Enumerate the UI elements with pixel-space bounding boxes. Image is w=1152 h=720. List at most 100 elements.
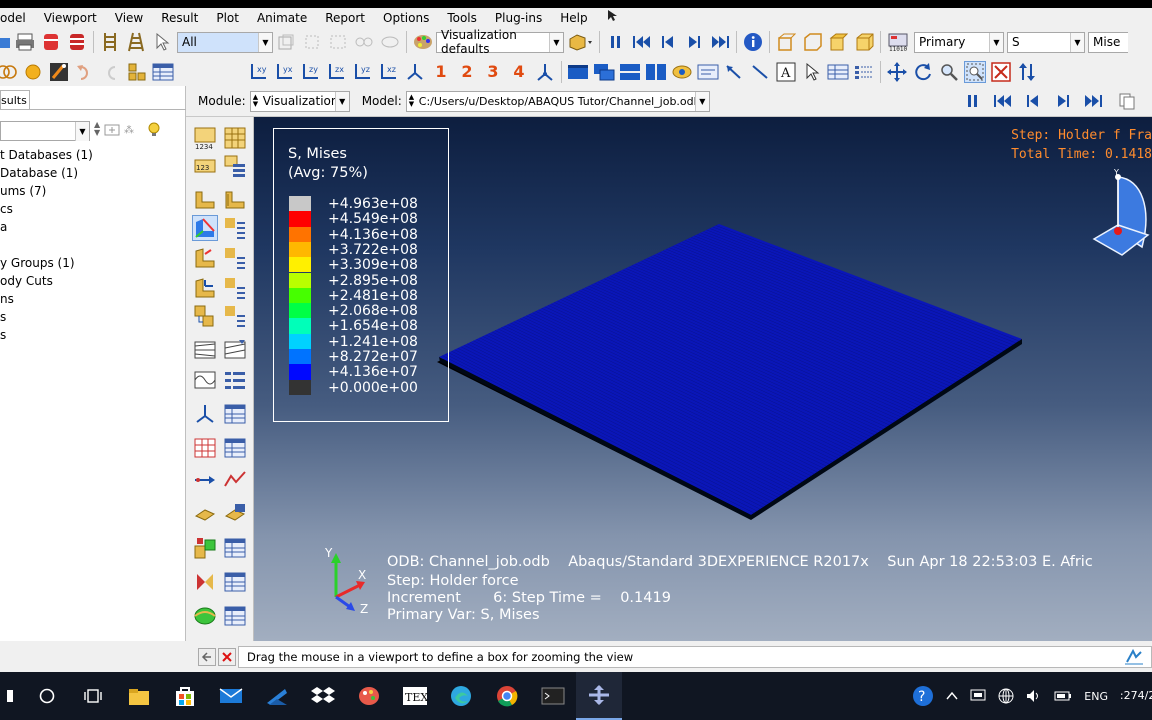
previous-frame-icon[interactable] [657, 31, 679, 53]
paint-icon[interactable] [346, 672, 392, 720]
clock[interactable]: 10:27 4/22/ [1120, 689, 1152, 703]
field-output-icon[interactable]: 11010 [886, 31, 910, 53]
tree-item-spectrums[interactable]: ums (7) [0, 184, 46, 198]
undo-icon[interactable] [74, 61, 96, 83]
model-combo[interactable]: ▲ ▼ C:/Users/u/Desktop/ABAQUS Tutor/Chann… [405, 90, 710, 112]
task-view-icon[interactable] [70, 672, 116, 720]
list-dots-icon[interactable] [853, 61, 875, 83]
tree-item-xy-plots[interactable]: cs [0, 202, 13, 216]
field-variable-combo[interactable]: S ▼ [1007, 31, 1085, 53]
search-icon[interactable] [24, 672, 70, 720]
color-code-icon[interactable] [48, 61, 70, 83]
menu-view[interactable]: View [105, 11, 151, 25]
lightbulb-icon[interactable] [146, 121, 162, 140]
animate-harmonic-icon[interactable] [192, 367, 218, 393]
query-table-icon[interactable] [827, 61, 849, 83]
network-globe-icon[interactable] [998, 688, 1014, 704]
sun-icon[interactable] [22, 61, 44, 83]
first-frame-icon[interactable] [631, 31, 653, 53]
view-2-button[interactable]: 2 [456, 61, 478, 83]
viewport-vertical-icon[interactable] [645, 61, 667, 83]
create-path-icon[interactable] [192, 467, 218, 493]
plot-deformed-icon[interactable] [222, 125, 248, 151]
ladder-tilted-icon[interactable] [125, 31, 147, 53]
chrome-icon[interactable] [484, 672, 530, 720]
tree-item-database[interactable]: Database (1) [0, 166, 78, 180]
plot-material-orientations-icon[interactable] [192, 275, 218, 301]
view-3-button[interactable]: 3 [482, 61, 504, 83]
tree-item-free-body-cuts[interactable]: ody Cuts [0, 274, 53, 288]
redo-icon[interactable] [100, 61, 122, 83]
query-icon[interactable] [192, 569, 218, 595]
display-group-icon[interactable] [192, 535, 218, 561]
contour-options-icon[interactable] [222, 215, 248, 241]
view-cut-icon[interactable] [192, 401, 218, 427]
chevron-up-icon[interactable] [946, 691, 958, 701]
auto-fit-icon[interactable] [990, 61, 1012, 83]
viewport-single-icon[interactable] [567, 61, 589, 83]
view-triad-icon[interactable] [534, 61, 556, 83]
menu-model[interactable]: odel [0, 11, 34, 25]
visualization-defaults-combo[interactable]: Visualization defaults ▼ [436, 28, 564, 56]
menu-help[interactable]: Help [550, 11, 595, 25]
menu-viewport[interactable]: Viewport [34, 11, 105, 25]
select-arrow-icon[interactable] [151, 31, 173, 53]
csys-yz-icon[interactable]: yz [352, 61, 374, 83]
xy-data-manager-icon[interactable] [222, 435, 248, 461]
first-frame-icon[interactable] [992, 90, 1014, 112]
monitor-icon[interactable] [970, 689, 986, 703]
tree-item-display-groups[interactable]: y Groups (1) [0, 256, 75, 270]
text-annotation-icon[interactable]: A [775, 61, 797, 83]
language-indicator[interactable]: ENG [1084, 690, 1108, 703]
palette-icon[interactable] [412, 31, 434, 53]
csys-iso-icon[interactable] [404, 61, 426, 83]
box-zoom-icon[interactable] [964, 60, 986, 83]
view-4-button[interactable]: 4 [508, 61, 530, 83]
view-back-icon[interactable] [801, 31, 823, 53]
select-shape-icon[interactable] [301, 31, 323, 53]
animate-time-history-icon[interactable] [222, 337, 248, 363]
line-annotation-icon[interactable] [749, 61, 771, 83]
menu-plugins[interactable]: Plug-ins [485, 11, 550, 25]
tab-results[interactable]: sults [0, 90, 30, 110]
invariant-combo[interactable]: Mise [1088, 31, 1128, 53]
csys-yx-icon[interactable]: yx [274, 61, 296, 83]
contour-legend[interactable]: S, Mises (Avg: 75%) +4.963e+08 +4.549e+08… [273, 128, 449, 422]
query-manager-icon[interactable] [222, 569, 248, 595]
pause-icon[interactable] [605, 31, 627, 53]
tree-item-streams[interactable]: s [0, 310, 6, 324]
stream-icon[interactable] [192, 603, 218, 629]
stream-manager-icon[interactable] [222, 603, 248, 629]
pan-icon[interactable] [886, 61, 908, 83]
next-frame-icon[interactable] [1052, 90, 1074, 112]
abaqus-cae-icon[interactable] [254, 672, 300, 720]
menu-tools[interactable]: Tools [437, 11, 485, 25]
select-box-icon[interactable] [275, 31, 297, 53]
plot-options-icon[interactable] [222, 153, 248, 179]
arrow-annotation-icon[interactable] [723, 61, 745, 83]
csys-xy-icon[interactable]: xy [248, 61, 270, 83]
assembly-icon[interactable] [126, 61, 148, 83]
selection-filter-combo[interactable]: All ▼ [177, 31, 273, 53]
tree-item-paths[interactable]: ns [0, 292, 14, 306]
edge-icon[interactable] [438, 672, 484, 720]
dropbox-icon[interactable] [300, 672, 346, 720]
tree-item-output-databases[interactable]: t Databases (1) [0, 148, 93, 162]
menu-report[interactable]: Report [315, 11, 373, 25]
viewport-link-icon[interactable] [671, 61, 693, 83]
last-frame-icon[interactable] [1082, 90, 1104, 112]
plot-element-labels-icon[interactable]: 123 [192, 153, 218, 179]
store-icon[interactable] [162, 672, 208, 720]
volume-icon[interactable] [1026, 689, 1042, 703]
cancel-icon[interactable] [218, 648, 236, 666]
select-drag-icon[interactable] [353, 31, 375, 53]
rotate-icon[interactable] [912, 61, 934, 83]
view-1-button[interactable]: 1 [430, 61, 452, 83]
csys-zy-icon[interactable]: zy [300, 61, 322, 83]
back-arrow-icon[interactable] [198, 648, 216, 666]
file-explorer-icon[interactable] [116, 672, 162, 720]
plate-top-face[interactable] [439, 224, 1022, 515]
last-frame-icon[interactable] [709, 31, 731, 53]
menu-animate[interactable]: Animate [247, 11, 315, 25]
select-circle-icon[interactable] [379, 31, 401, 53]
